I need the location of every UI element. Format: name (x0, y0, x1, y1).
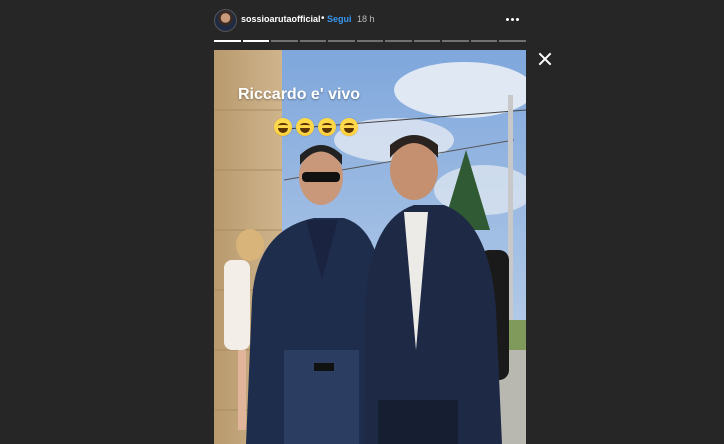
more-options-icon[interactable] (505, 12, 521, 26)
grinning-squinting-face-icon (274, 118, 292, 136)
story-progress-bar (214, 40, 527, 42)
progress-segment (214, 40, 241, 42)
progress-segment (442, 40, 469, 42)
avatar[interactable] (214, 9, 237, 32)
progress-segment (385, 40, 412, 42)
grinning-squinting-face-icon (318, 118, 336, 136)
progress-segment (413, 40, 441, 42)
grinning-squinting-face-icon (340, 118, 358, 136)
story-media[interactable]: Riccardo e' vivo (214, 50, 526, 444)
username[interactable]: sossioarutaofficial (241, 14, 321, 24)
progress-segment (242, 40, 270, 42)
progress-segment (328, 40, 355, 42)
story-header: sossioarutaofficial • Segui 18 h (214, 9, 526, 32)
progress-segment (499, 40, 527, 42)
emoji-row (274, 118, 358, 136)
progress-segment (271, 40, 298, 42)
grinning-squinting-face-icon (296, 118, 314, 136)
story-photo (214, 50, 526, 444)
progress-segment (356, 40, 384, 42)
progress-segment (470, 40, 498, 42)
story-caption: Riccardo e' vivo (238, 86, 361, 103)
separator-dot: • (321, 13, 325, 24)
follow-button[interactable]: Segui (327, 14, 352, 24)
post-time: 18 h (357, 14, 375, 24)
close-icon[interactable] (538, 52, 552, 66)
progress-segment (299, 40, 327, 42)
